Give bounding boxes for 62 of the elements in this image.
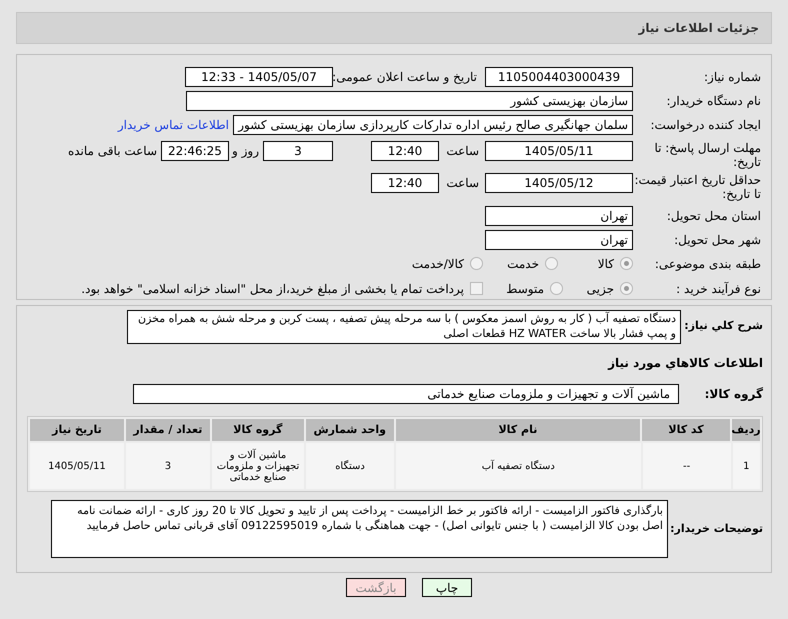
checkbox-label: پرداخت تمام یا بخشی از مبلغ خرید،از محل "اسناد خزانه اسلامی" خواهد بود. (81, 280, 464, 298)
field-label: تاريخ و ساعت اعلان عمومی: (333, 70, 478, 84)
summary-textarea[interactable]: دستگاه تصفیه آب ( کار به روش اسمز معکوس ) با سه مرحله پیش تصفیه ، پست کربن و مرحله شش به همراه مخزن و پمپ فشار بالا ساخت HZ WATER قطعات اصلی (127, 310, 681, 344)
radio-button[interactable] (620, 257, 633, 270)
column-header: تعداد / مقدار (126, 419, 210, 441)
field-label: ایجاد کننده درخواست: (649, 118, 761, 132)
field-label: شماره نیاز: (703, 70, 761, 84)
summary-label: شرح کلي نياز: (683, 318, 763, 334)
province-field: تهران (485, 206, 633, 226)
radio-button[interactable] (545, 257, 558, 270)
table-cell: دستگاه (306, 443, 394, 489)
table-cell: -- (642, 443, 731, 489)
radio-button[interactable] (470, 257, 483, 270)
validity-date-field: 1405/05/12 (485, 173, 633, 194)
radio-label: کالا/خدمت (412, 256, 464, 273)
notes-textarea[interactable]: بارگذاری فاکتور الزامیست - ارائه فاکتور بر خط الزامیست - پرداخت پس از تایید و تحویل کالا تا 20 روز کاری - ارائه ضمانت نامه اصل بودن کالا الزامیست ( با جنس تایوانی اصل) - جهت هماهنگی با شماره 09122595019 آقای قربانی تماس حاصل فرمایید (51, 500, 668, 558)
radio-label: متوسط (506, 280, 544, 298)
deadline-date-field: 1405/05/11 (485, 141, 633, 161)
city-field: تهران (485, 230, 633, 250)
field-label: طبقه بندی موضوعی: (654, 256, 761, 271)
section-title: اطلاعات کالاهاي مورد نياز (606, 355, 763, 372)
column-header: نام کالا (396, 419, 640, 441)
field-label: نام دستگاه خریدار: (666, 94, 761, 108)
field-label: مهلت ارسال پاسخ: تا تاریخ: (653, 141, 761, 169)
field-label: روز و (230, 143, 260, 160)
column-header: واحد شمارش (306, 419, 394, 441)
buyer-org-field: سازمان بهزیستی کشور (186, 91, 633, 111)
validity-time-field: 12:40 (371, 173, 439, 194)
print-button[interactable]: چاپ (422, 578, 472, 597)
table-cell: 1 (732, 443, 760, 489)
radio-label: جزیی (586, 280, 614, 298)
notes-label: توضیحات خریدار: (669, 520, 763, 537)
radio-label: خدمت (507, 256, 539, 273)
goods-group-field: ماشین آلات و تجهیزات و ملزومات صنایع خدماتی (133, 384, 679, 404)
radio-label: کالا (598, 256, 614, 273)
table-cell: دستگاه تصفیه آب (396, 443, 641, 489)
creator-field: سلمان جهانگیری صالح رئیس اداره تدارکات کارپردازی سازمان بهزیستی کشور (233, 115, 633, 135)
table-cell: ماشین آلات و تجهیزات و ملزومات صنایع خدماتی (212, 443, 304, 489)
table-cell: 1405/05/11 (30, 443, 124, 489)
announce-date-field: 1405/05/07 - 12:33 (185, 67, 333, 87)
radio-button[interactable] (620, 282, 633, 296)
field-label: حداقل تاریخ اعتبار قیمت: تا تاریخ: (633, 173, 761, 202)
deadline-time-field: 12:40 (371, 141, 439, 161)
field-label: ساعت (445, 143, 480, 160)
radio-button[interactable] (550, 282, 563, 296)
field-label: شهر محل تحویل: (673, 232, 761, 247)
column-header: ردیف (732, 419, 760, 441)
field-label: ساعت (445, 175, 480, 192)
remaining-time-field: 22:46:25 (161, 141, 229, 161)
need-number-field: 1105004403000439 (485, 67, 633, 87)
field-label: ساعت باقی مانده (66, 143, 158, 160)
column-header: تاریخ نیاز (30, 419, 124, 441)
column-header: گروه کالا (212, 419, 304, 441)
field-label: نوع فرآیند خرید : (675, 282, 761, 296)
page-title: جزئیات اطلاعات نیاز (638, 20, 759, 37)
field-label: استان محل تحویل: (666, 208, 761, 223)
checkbox[interactable] (470, 282, 483, 296)
column-header: کد کالا (642, 419, 730, 441)
buyer-contact-link[interactable]: اطلاعات تماس خریدار (118, 116, 229, 134)
group-label: گروه کالا: (704, 386, 763, 403)
table-cell: 3 (126, 443, 210, 489)
days-field: 3 (263, 141, 333, 161)
